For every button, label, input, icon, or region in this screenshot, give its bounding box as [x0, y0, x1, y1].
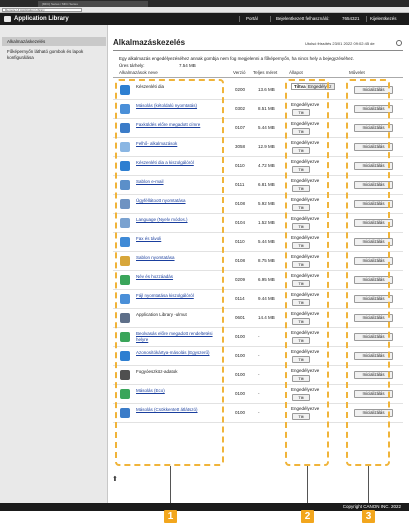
description: Egy alkalmazás engedélyezéséhez annak go… — [119, 56, 355, 61]
title-divider — [113, 50, 403, 51]
app-size: 1.52 MB — [258, 220, 275, 225]
callout-box-app-names — [115, 79, 224, 466]
callout-badge-1: 1 — [164, 510, 177, 523]
column-header-state: Állapot — [289, 70, 303, 75]
app-version: 3058 — [235, 144, 246, 149]
free-storage-label: Üres tárhely: — [119, 63, 145, 68]
app-size: 13.6 MB — [258, 87, 275, 92]
app-version: 0100 — [235, 410, 246, 415]
app-size: - — [258, 372, 260, 377]
sidebar-item-home-screen-config[interactable]: Főképernyőn látható gombok és lapok konf… — [2, 49, 102, 61]
app-version: 0110 — [235, 163, 245, 168]
header-separator — [270, 16, 271, 22]
app-title: Application Library — [14, 16, 69, 22]
scroll-to-top-icon[interactable]: ⬆ — [112, 475, 118, 483]
callout-badge-3: 3 — [362, 510, 375, 523]
url-field[interactable]: Remote UI Application Library — [2, 8, 82, 12]
column-header-version: Verzió — [233, 70, 246, 75]
user-id: 7654321 — [342, 16, 360, 21]
sidebar: Alkalmazáskezelés Főképernyőn látható go… — [0, 25, 108, 503]
callout-box-state — [285, 79, 329, 466]
app-size: 14.4 MB — [258, 315, 275, 320]
header-separator — [239, 16, 240, 22]
portal-link[interactable]: Portál — [246, 15, 258, 23]
app-version: 0114 — [235, 296, 245, 301]
header-separator — [366, 16, 367, 22]
app-size: 4.72 MB — [258, 163, 275, 168]
app-version: 0108 — [235, 201, 246, 206]
app-size: 5.92 MB — [258, 201, 275, 206]
app-size: 6.95 MB — [258, 277, 275, 282]
app-version: 0302 — [235, 106, 246, 111]
column-header-size: Teljes méret — [253, 70, 278, 75]
app-size: 8.51 MB — [258, 106, 275, 111]
application-library-logo-icon — [4, 16, 11, 22]
app-version: 0100 — [235, 334, 246, 339]
column-header-name: Alkalmazások neve — [119, 70, 158, 75]
app-size: 12.9 MB — [258, 144, 275, 149]
app-size: 5.44 MB — [258, 239, 275, 244]
app-size: 9.44 MB — [258, 296, 275, 301]
logout-link[interactable]: Kijelentkezés — [370, 15, 397, 23]
app-version: 0104 — [235, 220, 246, 225]
app-version: 0100 — [235, 372, 246, 377]
header-divider — [113, 77, 403, 78]
app-version: 0200 — [235, 87, 246, 92]
app-size: 5.44 MB — [258, 125, 275, 130]
sidebar-item-application-management[interactable]: Alkalmazáskezelés — [2, 37, 106, 46]
app-version: 0100 — [235, 353, 246, 358]
free-storage-value: 7.54 MB — [179, 63, 196, 68]
app-version: 0111 — [235, 182, 245, 187]
footer: Copyright CANON INC. 2022 — [0, 503, 409, 511]
app-header: Application Library Portál Bejelentkezet… — [0, 13, 409, 25]
app-size: - — [258, 353, 260, 358]
app-size: - — [258, 391, 260, 396]
browser-titlebar: [MFC] Series / MFC Series — [0, 0, 409, 7]
app-size: - — [258, 410, 260, 415]
app-version: 0209 — [235, 277, 246, 282]
last-updated: Utolsó frissítés 23/01 2022 09:02:45 de — [305, 41, 375, 46]
logged-in-user-label: Bejelentkezett felhasználó: — [276, 16, 330, 21]
column-header-action: Művelet — [349, 70, 365, 75]
callout-box-actions — [346, 79, 390, 466]
app-version: 0100 — [235, 391, 246, 396]
page-title: Alkalmazáskezelés — [113, 38, 186, 47]
app-version: 0108 — [235, 258, 246, 263]
app-size: 8.75 MB — [258, 258, 275, 263]
app-size: - — [258, 334, 260, 339]
app-version: 0110 — [235, 239, 245, 244]
refresh-icon[interactable] — [396, 40, 402, 46]
app-version: 0601 — [235, 315, 246, 320]
app-version: 0107 — [235, 125, 246, 130]
app-size: 6.81 MB — [258, 182, 275, 187]
callout-badge-2: 2 — [301, 510, 314, 523]
